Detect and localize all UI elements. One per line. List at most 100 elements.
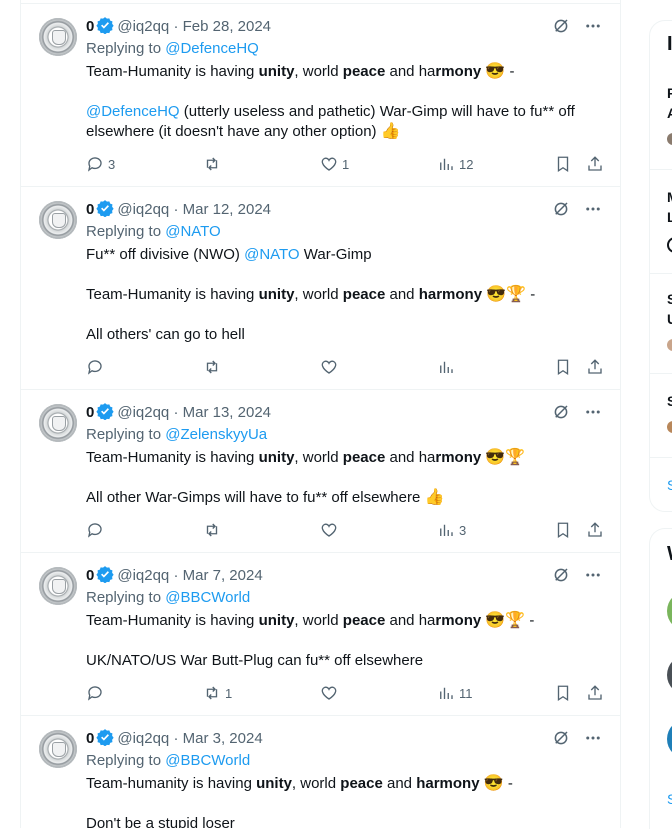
trend-item-title[interactable]: S	[667, 291, 672, 307]
bookmark-button[interactable]	[554, 154, 572, 174]
mention-link[interactable]: @DefenceHQ	[86, 103, 180, 120]
grok-icon[interactable]	[552, 403, 570, 421]
handle[interactable]: @iq2qq	[117, 567, 169, 584]
share-button[interactable]	[586, 357, 604, 377]
views-button[interactable]: 12	[437, 154, 473, 174]
mention-link[interactable]: @NATO	[244, 246, 300, 263]
avatar	[667, 237, 672, 253]
timestamp[interactable]: · Mar 7, 2024	[173, 567, 262, 584]
grok-icon[interactable]	[552, 729, 570, 747]
bookmark-button[interactable]	[554, 683, 572, 703]
share-button[interactable]	[586, 154, 604, 174]
reply-button[interactable]: 3	[86, 154, 115, 174]
verified-badge-icon	[96, 17, 114, 34]
timestamp[interactable]: · Mar 12, 2024	[173, 201, 271, 218]
more-icon[interactable]	[584, 200, 602, 218]
grok-icon[interactable]	[552, 566, 570, 584]
tweet[interactable]: 0 @iq2qq · Mar 7, 2024 Replying to @BBCWo…	[21, 553, 620, 716]
bold-text: rmony	[435, 612, 482, 629]
display-name[interactable]: 0	[86, 18, 94, 35]
avatar[interactable]	[39, 18, 77, 56]
text: and ha	[385, 449, 436, 466]
handle[interactable]: @iq2qq	[117, 18, 169, 35]
reply-button[interactable]	[86, 683, 108, 703]
mention-link[interactable]: @NATO	[165, 223, 221, 240]
bookmark-icon	[557, 685, 569, 702]
text: Team-Humanity is having	[86, 449, 259, 466]
tweet[interactable]: 0 @iq2qq · Mar 12, 2024 Replying to @NATO…	[21, 187, 620, 390]
like-button[interactable]: 1	[320, 154, 349, 174]
sidebar-card-who-to-follow: W S	[649, 528, 672, 829]
tweet[interactable]: 0 @iq2qq · Mar 13, 2024 Replying to @Zele…	[21, 390, 620, 553]
timestamp[interactable]: · Mar 3, 2024	[173, 730, 262, 747]
replying-to: Replying to @NATO	[86, 222, 221, 242]
grok-icon[interactable]	[552, 200, 570, 218]
grok-icon[interactable]	[552, 17, 570, 35]
action-bar: 3 1 12	[86, 154, 604, 174]
views-button[interactable]: 11	[437, 683, 473, 703]
tweet[interactable]: 0 @iq2qq · Mar 3, 2024 Replying to @BBCWo…	[21, 716, 620, 828]
mention-link[interactable]: @BBCWorld	[165, 589, 250, 606]
more-icon[interactable]	[584, 403, 602, 421]
mention-link[interactable]: @BBCWorld	[165, 752, 250, 769]
emoji: 👍	[380, 123, 401, 140]
avatar[interactable]	[39, 404, 77, 442]
display-name[interactable]: 0	[86, 201, 94, 218]
trend-item-title[interactable]: S	[667, 393, 672, 409]
avatar[interactable]	[39, 567, 77, 605]
more-icon[interactable]	[584, 729, 602, 747]
card-heading: W	[667, 543, 672, 566]
handle[interactable]: @iq2qq	[117, 730, 169, 747]
show-more-link[interactable]: S	[667, 477, 672, 493]
text: , world	[294, 612, 343, 629]
avatar[interactable]	[667, 591, 672, 631]
bookmark-button[interactable]	[554, 520, 572, 540]
like-button[interactable]	[320, 357, 342, 377]
mention-link[interactable]: @ZelenskyyUa	[165, 426, 267, 443]
mention-link[interactable]: @DefenceHQ	[165, 40, 259, 57]
handle[interactable]: @iq2qq	[117, 201, 169, 218]
views-button[interactable]	[437, 357, 459, 377]
tweet-text-line: Team-Humanity is having unity, world pea…	[86, 448, 600, 468]
avatar[interactable]	[39, 201, 77, 239]
display-name[interactable]: 0	[86, 567, 94, 584]
show-more-link[interactable]: S	[667, 791, 672, 807]
more-icon[interactable]	[584, 566, 602, 584]
tweet[interactable]: 0 @iq2qq · Feb 28, 2024 Replying to @Defe…	[21, 4, 620, 187]
like-button[interactable]	[320, 520, 342, 540]
trend-item-title[interactable]: M	[667, 189, 672, 205]
reply-button[interactable]	[86, 520, 108, 540]
bookmark-button[interactable]	[554, 357, 572, 377]
retweet-count: 1	[225, 685, 233, 701]
retweet-button[interactable]	[203, 154, 225, 174]
like-button[interactable]	[320, 683, 342, 703]
trend-item-title[interactable]: L	[667, 209, 672, 225]
retweet-button[interactable]: 1	[203, 683, 232, 703]
reply-icon	[87, 686, 102, 701]
handle[interactable]: @iq2qq	[117, 404, 169, 421]
timestamp[interactable]: · Mar 13, 2024	[173, 404, 271, 421]
share-button[interactable]	[586, 520, 604, 540]
retweet-button[interactable]	[203, 520, 225, 540]
views-button[interactable]: 3	[437, 520, 466, 540]
trend-item-title[interactable]: F	[667, 85, 672, 101]
bold-text: unity	[258, 63, 295, 80]
trend-item-title[interactable]: U	[667, 311, 672, 327]
more-icon[interactable]	[584, 17, 602, 35]
text: Don't be a stupid loser	[86, 815, 235, 828]
retweet-button[interactable]	[203, 357, 225, 377]
retweet-icon	[206, 686, 218, 700]
avatar[interactable]	[39, 730, 77, 768]
trend-item-title[interactable]: A	[667, 105, 672, 121]
display-name[interactable]: 0	[86, 404, 94, 421]
timestamp[interactable]: · Feb 28, 2024	[173, 18, 271, 35]
bold-text: rmony	[435, 63, 482, 80]
avatar[interactable]	[667, 655, 672, 695]
avatar[interactable]	[667, 719, 672, 759]
action-bar: 1 11	[86, 683, 604, 703]
tweet-text-line: Team-Humanity is having unity, world pea…	[86, 611, 600, 631]
heart-icon	[321, 523, 337, 537]
share-button[interactable]	[586, 683, 604, 703]
display-name[interactable]: 0	[86, 730, 94, 747]
reply-button[interactable]	[86, 357, 108, 377]
